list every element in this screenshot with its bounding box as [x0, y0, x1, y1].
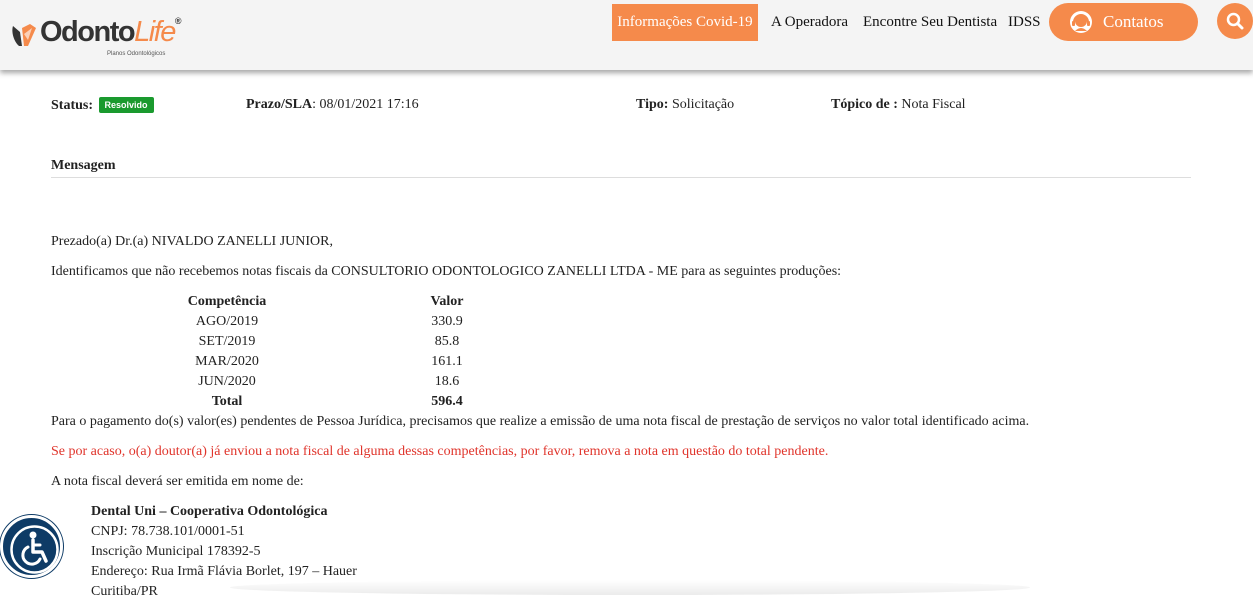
table-cell: SET/2019	[198, 334, 256, 349]
tooth-logo-icon	[12, 24, 36, 46]
intro-text: Identificamos que não recebemos notas fi…	[51, 264, 842, 279]
company-cidade: Curitiba/PR	[91, 584, 158, 595]
prazo-value: : 08/01/2021 17:16	[312, 97, 419, 112]
tipo-field: Tipo: Solicitação	[636, 97, 734, 113]
status-badge: Resolvido	[98, 97, 154, 113]
nav-item-dentista[interactable]: Encontre Seu Dentista	[863, 4, 997, 41]
table-cell: 330.9	[431, 314, 463, 329]
greeting-text: Prezado(a) Dr.(a) NIVALDO ZANELLI JUNIOR…	[51, 234, 333, 249]
table-row: MAR/2020 161.1	[160, 354, 520, 374]
site-header: OdontoLife® Planos Odontológicos Informa…	[0, 0, 1253, 70]
status-label: Status:	[51, 98, 94, 113]
table-cell: 18.6	[434, 374, 460, 389]
prazo-field: Prazo/SLA: 08/01/2021 17:16	[246, 97, 419, 113]
support-agent-icon	[1070, 11, 1092, 33]
topico-value: Nota Fiscal	[897, 97, 966, 112]
table-cell: 161.1	[431, 354, 463, 369]
table-cell: JUN/2020	[198, 374, 256, 389]
accessibility-button[interactable]	[0, 515, 63, 578]
company-name: Dental Uni – Cooperativa Odontológica	[91, 504, 328, 519]
tipo-value: Solicitação	[668, 97, 735, 112]
issue-to-text: A nota fiscal deverá ser emitida em nome…	[51, 474, 304, 489]
topico-field: Tópico de : Nota Fiscal	[831, 97, 966, 113]
logo-tagline: Planos Odontológicos	[107, 51, 166, 57]
company-endereco: Endereço: Rua Irmã Flávia Borlet, 197 – …	[91, 564, 357, 579]
table-cell: 85.8	[434, 334, 460, 349]
table-header-competencia: Competência	[187, 294, 267, 309]
payment-text: Para o pagamento do(s) valor(es) pendent…	[51, 414, 1030, 429]
tipo-label: Tipo:	[636, 97, 669, 112]
table-row: JUN/2020 18.6	[160, 374, 520, 394]
search-button[interactable]	[1217, 3, 1253, 39]
search-icon	[1226, 12, 1244, 30]
table-row: SET/2019 85.8	[160, 334, 520, 354]
company-inscricao: Inscrição Municipal 178392-5	[91, 544, 261, 559]
table-total-label: Total	[211, 394, 243, 409]
nav-item-idss[interactable]: IDSS	[1008, 4, 1041, 41]
table-cell: AGO/2019	[195, 314, 259, 329]
prazo-label: Prazo/SLA	[246, 97, 313, 112]
company-cnpj: CNPJ: 78.738.101/0001-51	[91, 524, 245, 539]
table-header-row: Competência Valor	[160, 294, 520, 314]
ticket-content: Status: Resolvido Prazo/SLA: 08/01/2021 …	[0, 70, 1253, 595]
table-header-valor: Valor	[430, 294, 464, 309]
bottom-shadow	[230, 580, 1030, 595]
table-cell: MAR/2020	[195, 354, 259, 369]
nav-item-operadora[interactable]: A Operadora	[771, 4, 848, 41]
contatos-button[interactable]: Contatos	[1049, 3, 1198, 41]
odontolife-logo[interactable]: OdontoLife® Planos Odontológicos	[10, 14, 185, 60]
contatos-label: Contatos	[1103, 12, 1164, 31]
logo-wordmark: OdontoLife®	[40, 16, 182, 48]
warning-text: Se por acaso, o(a) doutor(a) já enviou a…	[51, 444, 829, 459]
table-total-value: 596.4	[431, 394, 463, 409]
topico-label: Tópico de :	[831, 97, 898, 112]
status-field: Status: Resolvido	[51, 97, 154, 114]
nav-covid-button[interactable]: Informações Covid-19	[612, 4, 758, 41]
table-row: AGO/2019 330.9	[160, 314, 520, 334]
mensagem-heading: Mensagem	[51, 158, 116, 173]
table-total-row: Total 596.4	[160, 394, 520, 414]
mensagem-divider	[51, 177, 1191, 178]
accessibility-icon	[10, 525, 59, 574]
